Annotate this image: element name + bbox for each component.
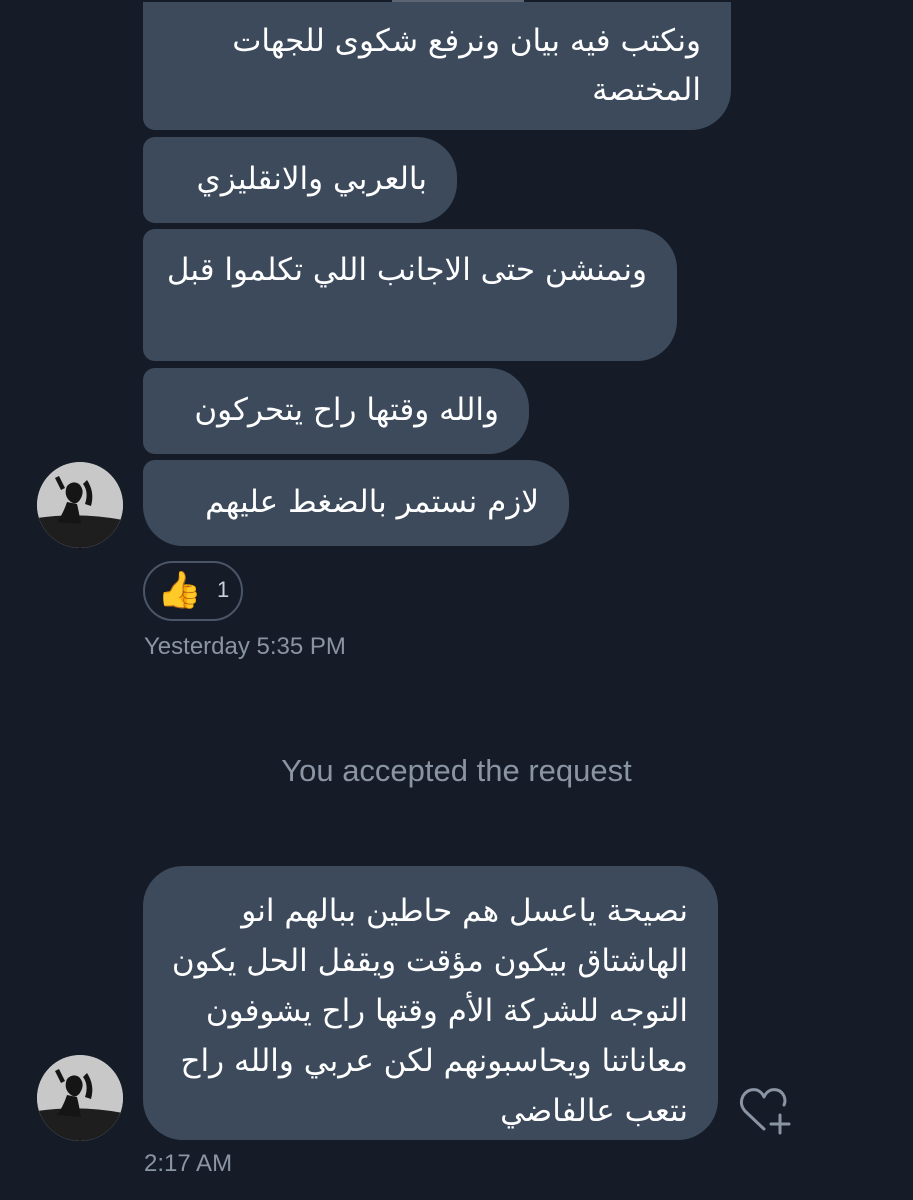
message-bubble[interactable]: ونمنشن حتى الاجانب اللي تكلموا قبل: [143, 229, 677, 361]
avatar-image: [37, 462, 123, 548]
message-bubble[interactable]: نصيحة ياعسل هم حاطين ببالهم انو الهاشتاق…: [143, 866, 718, 1140]
message-text: ونكتب فيه بيان ونرفع شكوى للجهات المختصة: [232, 23, 701, 108]
message-text: لازم نستمر بالضغط عليهم: [205, 484, 539, 520]
system-message: You accepted the request: [281, 753, 632, 788]
avatar-image: [37, 1055, 123, 1141]
reaction-count: 1: [217, 577, 230, 602]
message-bubble[interactable]: ونكتب فيه بيان ونرفع شكوى للجهات المختصة: [143, 2, 731, 130]
thumbs-up-icon: 👍: [157, 570, 202, 611]
message-bubble[interactable]: لازم نستمر بالضغط عليهم: [143, 460, 569, 546]
message-text: نصيحة ياعسل هم حاطين ببالهم انو الهاشتاق…: [171, 893, 688, 1129]
avatar[interactable]: [37, 1055, 123, 1141]
message-timestamp: Yesterday 5:35 PM: [144, 633, 346, 660]
message-bubble[interactable]: بالعربي والانقليزي: [143, 137, 457, 223]
add-reaction-heart-icon[interactable]: [737, 1085, 793, 1137]
message-bubble[interactable]: والله وقتها راح يتحركون: [143, 368, 529, 454]
reaction-badge[interactable]: 👍 1: [143, 561, 243, 621]
message-text: بالعربي والانقليزي: [196, 161, 427, 197]
message-timestamp: 2:17 AM: [144, 1150, 233, 1177]
avatar[interactable]: [37, 462, 123, 548]
message-text: والله وقتها راح يتحركون: [194, 392, 499, 428]
message-text: ونمنشن حتى الاجانب اللي تكلموا قبل: [166, 252, 647, 288]
